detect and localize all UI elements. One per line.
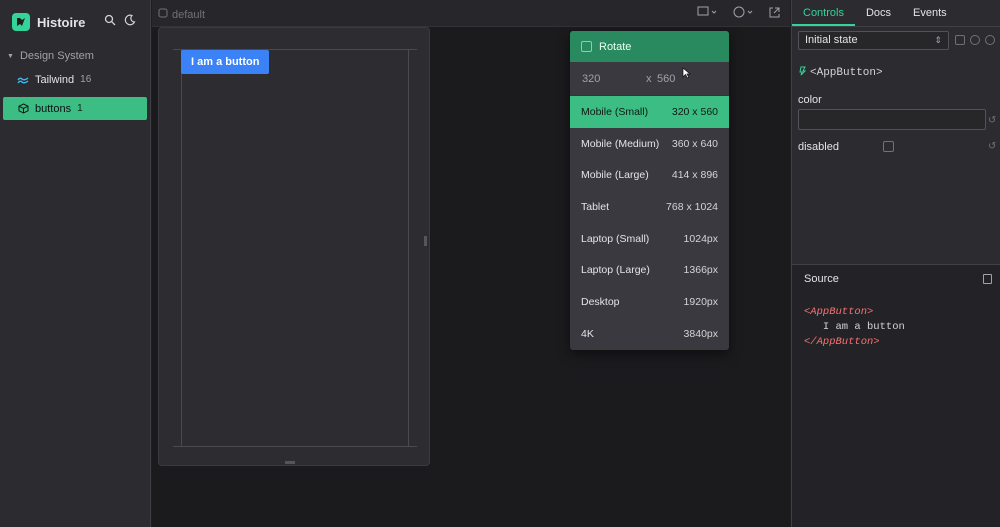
- app-button[interactable]: I am a button: [181, 50, 270, 74]
- variant-icon: [158, 8, 168, 21]
- folder-label: Design System: [19, 50, 94, 62]
- variant-selector[interactable]: default: [158, 8, 205, 21]
- cube-icon: [17, 103, 29, 115]
- reset-color-icon[interactable]: ↺: [988, 115, 998, 126]
- preset-size: 320 x 560: [671, 105, 718, 118]
- resize-handle-bottom[interactable]: [285, 461, 295, 464]
- side-panel: Controls Docs Events Initial state ⇕ <Ap…: [791, 0, 1000, 527]
- component-name: <AppButton>: [799, 66, 883, 80]
- preset-size: 1024px: [683, 232, 718, 245]
- resize-handle-right[interactable]: [424, 236, 427, 246]
- preset-size: 1920px: [683, 295, 718, 308]
- preview-toolbar: default: [152, 0, 790, 27]
- reset-icon[interactable]: [985, 35, 995, 45]
- sidebar-item-count: 16: [80, 74, 92, 85]
- preset-size: 3840px: [683, 327, 718, 340]
- rotate-label: Rotate: [599, 40, 632, 53]
- size-separator: x: [646, 72, 652, 85]
- tab-controls[interactable]: Controls: [792, 0, 855, 26]
- color-input[interactable]: [798, 109, 986, 130]
- preset-size: 414 x 896: [671, 169, 718, 182]
- preset-size: 1366px: [683, 264, 718, 277]
- source-code: <AppButton> I am a button </AppButton>: [804, 305, 905, 350]
- preset-4k[interactable]: 4K 3840px: [570, 318, 729, 350]
- width-input[interactable]: 320: [582, 73, 646, 85]
- brand[interactable]: Histoire: [12, 11, 85, 33]
- preset-name: Desktop: [581, 295, 620, 308]
- rotate-checkbox[interactable]: [581, 41, 592, 52]
- responsive-icon[interactable]: [697, 6, 719, 21]
- preset-mobile-medium[interactable]: Mobile (Medium) 360 x 640: [570, 128, 729, 160]
- preset-name: Laptop (Small): [581, 232, 650, 245]
- preset-mobile-small[interactable]: Mobile (Small) 320 x 560: [570, 96, 729, 128]
- add-icon[interactable]: [970, 35, 980, 45]
- preset-name: 4K: [581, 327, 594, 340]
- device-frame: I am a button: [158, 27, 430, 466]
- sidebar: Histoire ▼ Design System Tailwind 16 but…: [0, 0, 151, 527]
- source-title: Source: [804, 273, 839, 285]
- sidebar-item-label: buttons: [35, 102, 72, 115]
- size-inputs: 320 x 560: [570, 62, 729, 96]
- moon-icon[interactable]: [124, 14, 136, 26]
- preset-laptop-small[interactable]: Laptop (Small) 1024px: [570, 223, 729, 255]
- code-close-tag: </AppButton>: [804, 336, 880, 348]
- brand-name: Histoire: [37, 14, 86, 30]
- chevron-updown-icon: ⇕: [934, 35, 942, 45]
- open-new-tab-icon[interactable]: [769, 7, 780, 21]
- code-content: I am a button: [804, 321, 905, 333]
- device-viewport: [181, 49, 409, 446]
- preset-name: Mobile (Small): [581, 105, 649, 118]
- sidebar-item-tailwind[interactable]: Tailwind 16: [3, 68, 147, 91]
- save-icon[interactable]: [955, 35, 965, 45]
- preset-name: Tablet: [581, 200, 610, 213]
- height-input[interactable]: 560: [657, 73, 675, 85]
- search-icon[interactable]: [104, 14, 116, 26]
- panel-tabs: Controls Docs Events: [792, 0, 1000, 27]
- preset-mobile-large[interactable]: Mobile (Large) 414 x 896: [570, 159, 729, 191]
- guide-line: [173, 446, 417, 447]
- disabled-label: disabled: [798, 141, 839, 153]
- color-label: color: [798, 94, 822, 106]
- state-select[interactable]: Initial state ⇕: [798, 31, 949, 50]
- preset-size: 360 x 640: [671, 137, 718, 150]
- caret-down-icon: ▼: [7, 52, 14, 60]
- preset-name: Mobile (Large): [581, 169, 649, 182]
- disabled-checkbox[interactable]: [883, 141, 894, 152]
- reset-disabled-icon[interactable]: ↺: [988, 141, 998, 152]
- preset-laptop-large[interactable]: Laptop (Large) 1366px: [570, 254, 729, 286]
- sidebar-item-buttons[interactable]: buttons 1: [3, 97, 147, 120]
- code-open-tag: <AppButton>: [804, 306, 874, 318]
- sidebar-item-label: Tailwind: [35, 73, 75, 86]
- state-select-value: Initial state: [805, 34, 858, 46]
- component-icon: [799, 66, 807, 80]
- sidebar-item-count: 1: [77, 103, 83, 114]
- preset-desktop[interactable]: Desktop 1920px: [570, 286, 729, 318]
- tab-events[interactable]: Events: [902, 0, 958, 26]
- background-icon[interactable]: [733, 6, 755, 21]
- rotate-toggle[interactable]: Rotate: [570, 31, 729, 62]
- variant-name: default: [172, 8, 206, 21]
- histoire-logo-icon: [12, 13, 30, 31]
- tailwind-icon: [17, 74, 29, 86]
- component-tag: <AppButton>: [810, 67, 883, 79]
- responsive-menu: Rotate 320 x 560 Mobile (Small) 320 x 56…: [570, 31, 729, 350]
- cursor-icon: [682, 67, 692, 82]
- tab-docs[interactable]: Docs: [855, 0, 902, 26]
- preset-tablet[interactable]: Tablet 768 x 1024: [570, 191, 729, 223]
- preset-size: 768 x 1024: [666, 200, 718, 213]
- preset-name: Laptop (Large): [581, 264, 650, 277]
- preset-name: Mobile (Medium): [581, 137, 660, 150]
- source-panel: Source <AppButton> I am a button </AppBu…: [792, 264, 1000, 527]
- copy-icon[interactable]: [983, 274, 992, 284]
- tree-folder-design-system[interactable]: ▼ Design System: [7, 50, 94, 62]
